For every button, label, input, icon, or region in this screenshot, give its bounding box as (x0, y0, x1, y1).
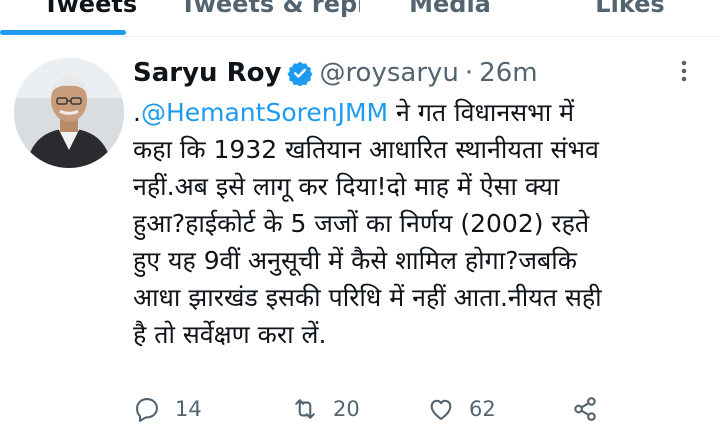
reply-button[interactable]: 14 (133, 392, 202, 426)
tab-media[interactable]: Media (360, 0, 540, 18)
tweet-body: ने गत विधानसभा में कहा कि 1932 खतियान आध… (133, 98, 602, 349)
tweet-text: .@HemantSorenJMM ने गत विधानसभा में कहा … (133, 94, 718, 353)
author-name[interactable]: Saryu Roy (133, 58, 281, 88)
tab-tweets-replies[interactable]: Tweets & replies (180, 0, 360, 18)
tab-likes[interactable]: Likes (540, 0, 720, 18)
verified-badge-icon (287, 60, 314, 87)
reply-icon (136, 398, 158, 422)
retweet-count: 20 (333, 397, 360, 421)
share-button[interactable] (571, 392, 613, 426)
separator-dot: · (464, 58, 474, 88)
like-count: 62 (469, 397, 496, 421)
tweet-text-prefix: . (133, 98, 141, 127)
author-handle[interactable]: @roysaryu (319, 58, 458, 88)
tweet-actions: 14 20 62 (133, 392, 613, 426)
avatar-portrait (14, 58, 124, 168)
tweet-timestamp[interactable]: 26m (479, 58, 537, 88)
like-button[interactable]: 62 (427, 392, 496, 426)
reply-count: 14 (175, 397, 202, 421)
tweet-header: Saryu Roy @roysaryu · 26m (133, 56, 538, 90)
share-icon (574, 397, 596, 421)
tabs-divider (0, 36, 720, 37)
tab-tweets[interactable]: Tweets (0, 0, 180, 18)
profile-tabs: Tweets Tweets & replies Media Likes (0, 0, 720, 30)
like-icon (430, 399, 452, 420)
active-tab-indicator (0, 30, 126, 35)
retweet-icon (295, 399, 315, 419)
retweet-button[interactable]: 20 (291, 392, 360, 426)
more-options-icon[interactable] (674, 58, 694, 84)
mention-link[interactable]: @HemantSorenJMM (141, 98, 388, 127)
avatar[interactable] (14, 58, 124, 168)
